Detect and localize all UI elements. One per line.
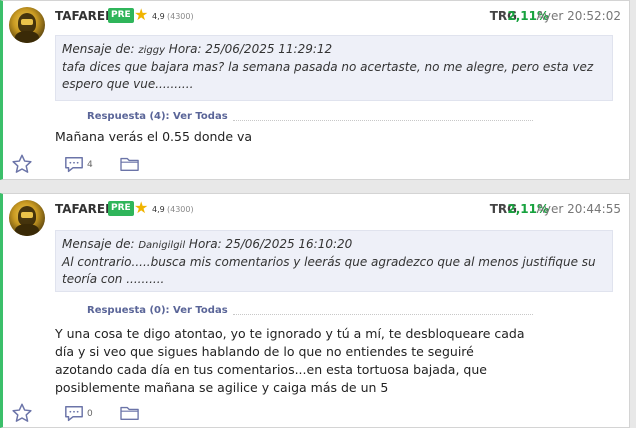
rating-star-icon: ★ <box>134 5 149 24</box>
quote-text: Al contrario.....busca mis comentarios y… <box>62 255 596 286</box>
user-avatar[interactable] <box>9 200 45 236</box>
quote-author[interactable]: Danigilgil <box>138 240 185 251</box>
rating-count: (4300) <box>167 12 194 21</box>
premium-badge: PRE <box>108 8 134 23</box>
divider <box>233 120 533 121</box>
quoted-message: Mensaje de: ziggy Hora: 25/06/2025 11:29… <box>55 35 613 101</box>
favorite-star-icon[interactable] <box>11 402 33 428</box>
post-timestamp: Ayer 20:52:02 <box>536 9 621 23</box>
username[interactable]: TAFAREL <box>55 202 113 216</box>
quote-time: Hora: 25/06/2025 11:29:12 <box>164 42 333 56</box>
rating-value: 4,9 <box>152 12 165 21</box>
comments-count: 0 <box>87 409 93 419</box>
replies-link[interactable]: Respuesta (0): Ver Todas <box>87 305 228 316</box>
folder-icon[interactable] <box>119 155 141 177</box>
post-actions: 0 <box>11 402 211 424</box>
replies-link[interactable]: Respuesta (4): Ver Todas <box>87 111 228 122</box>
folder-icon[interactable] <box>119 404 141 426</box>
rating-value: 4,9 <box>152 205 165 214</box>
rating-count: (4300) <box>167 205 194 214</box>
post-message: Mañana verás el 0.55 donde va <box>55 129 253 144</box>
post-header: TAFAREL PRE ★ 4,9 (4300) TRG 2,11% Ayer … <box>55 5 621 26</box>
post-header: TAFAREL PRE ★ 4,9 (4300) TRG 2,11% Ayer … <box>55 198 621 219</box>
user-avatar[interactable] <box>9 7 45 43</box>
quoted-message: Mensaje de: Danigilgil Hora: 25/06/2025 … <box>55 230 613 292</box>
rating-star-icon: ★ <box>134 198 149 217</box>
username[interactable]: TAFAREL <box>55 9 113 23</box>
post-card: TAFAREL PRE ★ 4,9 (4300) TRG 2,11% Ayer … <box>0 193 630 428</box>
post-message: Y una cosa te digo atontao, yo te ignora… <box>55 326 525 395</box>
quote-author[interactable]: ziggy <box>138 45 165 56</box>
post-actions: 4 <box>11 153 211 175</box>
quote-prefix: Mensaje de: <box>62 42 139 56</box>
comments-count: 4 <box>87 160 93 170</box>
post-timestamp: Ayer 20:44:55 <box>536 202 621 216</box>
divider <box>233 314 533 315</box>
comments-icon[interactable] <box>63 155 85 179</box>
quote-prefix: Mensaje de: <box>62 237 139 251</box>
premium-badge: PRE <box>108 201 134 216</box>
favorite-star-icon[interactable] <box>11 153 33 179</box>
quote-time: Hora: 25/06/2025 16:10:20 <box>185 237 353 251</box>
comments-icon[interactable] <box>63 404 85 428</box>
post-card: TAFAREL PRE ★ 4,9 (4300) TRG 2,11% Ayer … <box>0 0 630 180</box>
quote-text: tafa dices que bajara mas? la semana pas… <box>62 60 594 91</box>
